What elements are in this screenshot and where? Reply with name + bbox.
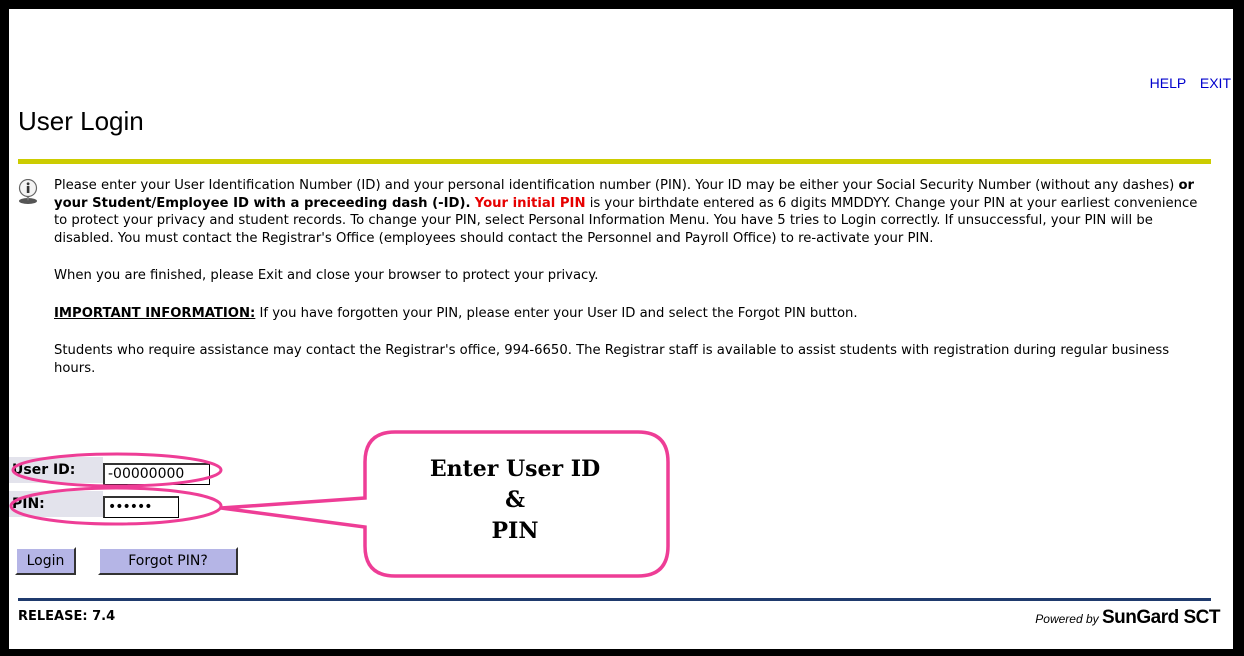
- brand-name: SunGard SCT: [1101, 607, 1221, 628]
- instructions: Please enter your User Identification Nu…: [54, 177, 1214, 397]
- exit-link[interactable]: EXIT: [1200, 75, 1231, 91]
- release-version: RELEASE: 7.4: [18, 609, 116, 624]
- pin-input[interactable]: ••••••: [103, 496, 179, 518]
- instructions-paragraph-2: When you are finished, please Exit and c…: [54, 268, 599, 283]
- pin-label: PIN:: [9, 491, 103, 517]
- info-icon: [18, 179, 38, 204]
- title-divider: [18, 159, 1211, 164]
- user-id-input[interactable]: -00000000: [103, 463, 210, 485]
- frame-top: [0, 0, 1244, 9]
- page-title: User Login: [18, 106, 144, 136]
- instructions-text-a: Please enter your User Identification Nu…: [54, 178, 1179, 193]
- powered-by-logo: Powered by SunGard SCT: [1035, 607, 1220, 629]
- forgot-pin-button[interactable]: Forgot PIN?: [98, 547, 238, 575]
- powered-by-text: Powered by: [1035, 612, 1099, 626]
- frame-left: [0, 0, 9, 656]
- frame-bottom: [0, 649, 1244, 656]
- instructions-paragraph-1: Please enter your User Identification Nu…: [54, 177, 1214, 247]
- login-button[interactable]: Login: [15, 547, 76, 575]
- footer-divider: [18, 598, 1211, 601]
- instructions-paragraph-4: Students who require assistance may cont…: [54, 343, 1170, 376]
- instructions-paragraph-3: IMPORTANT INFORMATION: If you have forgo…: [54, 305, 1214, 323]
- user-id-label: User ID:: [9, 457, 103, 483]
- important-label: IMPORTANT INFORMATION:: [54, 305, 256, 321]
- frame-right: [1233, 0, 1244, 656]
- top-links: HELP EXIT: [1140, 75, 1231, 91]
- important-text: If you have forgotten your PIN, please e…: [255, 305, 858, 321]
- help-link[interactable]: HELP: [1150, 75, 1186, 91]
- initial-pin-note: Your initial PIN: [474, 195, 586, 211]
